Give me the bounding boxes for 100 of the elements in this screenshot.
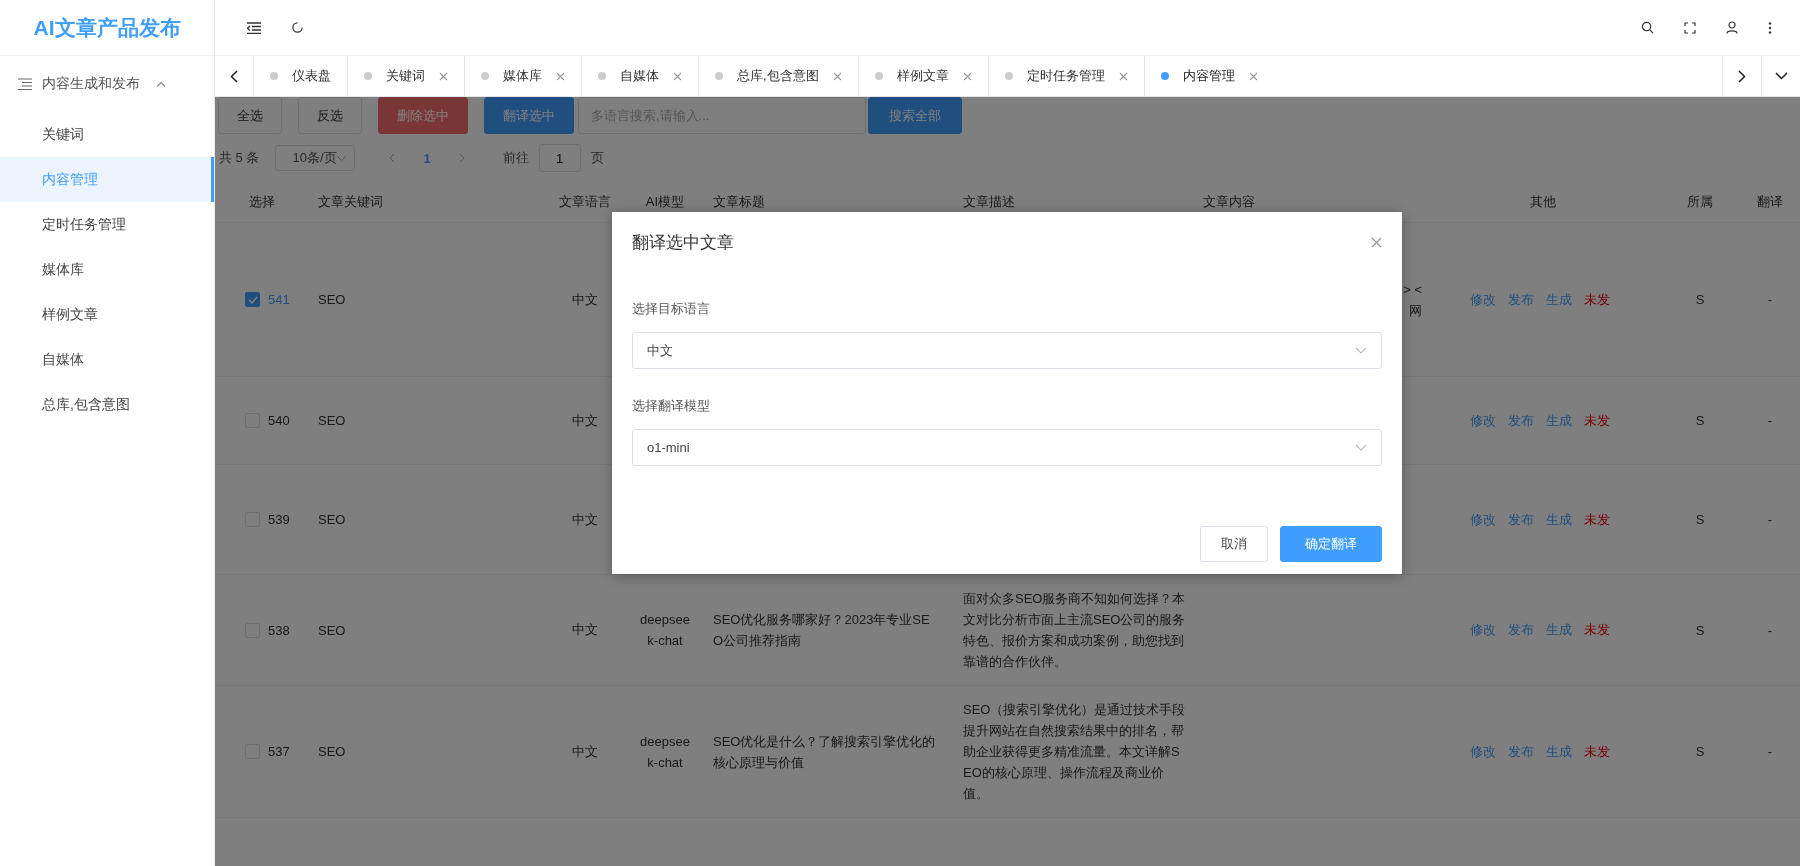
tab[interactable]: 媒体库 xyxy=(464,56,581,96)
select-field[interactable]: 中文 xyxy=(632,332,1382,369)
table-cell-text: SEO（搜索引擎优化）是通过技术手段提升网站在自然搜索结果中的排名，帮助企业获得更多精准流量。本文详解SEO的核心原理、操作流程及商业价值。 xyxy=(963,701,1187,803)
dialog-title: 翻译选中文章 xyxy=(632,231,734,254)
tab[interactable]: 关键词 xyxy=(347,56,464,96)
action-link[interactable]: 生成 xyxy=(1546,510,1572,529)
table-cell: 中文 xyxy=(572,411,598,430)
refresh-icon[interactable] xyxy=(291,21,304,34)
dialog-button[interactable]: 取消 xyxy=(1200,526,1268,562)
row-checkbox[interactable] xyxy=(245,292,260,307)
table-cell: 539 xyxy=(268,512,290,527)
column-header: 所属 xyxy=(1686,193,1714,211)
page-suffix: 页 xyxy=(590,149,604,167)
previous-page-icon[interactable] xyxy=(389,153,396,163)
goto-page-field[interactable]: 1 xyxy=(538,144,581,172)
action-link[interactable]: 发布 xyxy=(1508,621,1534,639)
action-link[interactable]: 修改 xyxy=(1470,742,1496,761)
dot-icon xyxy=(874,72,883,80)
sidebar-item[interactable]: 关键词 xyxy=(0,112,214,157)
column-header: 文章内容 xyxy=(1202,193,1256,211)
toolbar-button[interactable]: 删除选中 xyxy=(378,97,468,134)
status-label: 未发 xyxy=(1584,621,1610,639)
action-link[interactable]: 修改 xyxy=(1470,621,1496,639)
dot-icon xyxy=(598,72,606,80)
sidebar-item[interactable]: 内容管理 xyxy=(0,157,214,202)
table-cell: 541 xyxy=(268,292,290,307)
table-cell: SEO xyxy=(318,744,346,759)
sidebar-item[interactable]: 总库,包含意图 xyxy=(0,382,214,427)
action-link[interactable]: 发布 xyxy=(1508,742,1534,761)
action-link[interactable]: 生成 xyxy=(1546,290,1572,309)
dot-icon xyxy=(270,72,278,80)
close-icon[interactable] xyxy=(1248,71,1258,81)
status-label: 未发 xyxy=(1584,411,1610,430)
tab[interactable]: 样例文章 xyxy=(857,56,988,96)
tab[interactable]: 定时任务管理 xyxy=(987,56,1144,96)
search-icon[interactable] xyxy=(1641,21,1654,34)
toolbar-button[interactable]: 翻译选中 xyxy=(484,97,574,134)
table-cell-text: deepseek-chat xyxy=(639,611,691,650)
menu-icon[interactable] xyxy=(247,21,261,34)
column-header: AI模型 xyxy=(644,193,686,211)
tab[interactable]: 自媒体 xyxy=(581,56,698,96)
dot-icon xyxy=(1004,72,1013,80)
more-icon[interactable] xyxy=(1768,21,1772,34)
user-icon[interactable] xyxy=(1726,21,1738,34)
table-cell-text: deepseek-chat xyxy=(639,732,691,772)
total-count: 共 5 条 xyxy=(219,149,260,167)
action-link[interactable]: 发布 xyxy=(1508,411,1534,430)
table-cell: 537 xyxy=(268,744,290,759)
status-label: 未发 xyxy=(1584,510,1610,529)
page-number[interactable]: 1 xyxy=(423,150,431,166)
table-cell: - xyxy=(1767,744,1773,759)
action-link[interactable]: 发布 xyxy=(1508,290,1534,309)
close-icon[interactable] xyxy=(556,71,565,81)
table-cell: - xyxy=(1767,512,1773,527)
dot-icon xyxy=(715,72,723,80)
search-button[interactable]: 搜索全部 xyxy=(868,97,962,134)
page-size-select[interactable]: 10条/页 xyxy=(275,145,356,171)
action-link[interactable]: 修改 xyxy=(1470,411,1496,430)
field-label: 选择翻译模型 xyxy=(632,397,710,415)
action-link[interactable]: 生成 xyxy=(1546,742,1572,761)
table-cell: - xyxy=(1767,413,1773,428)
dot-icon xyxy=(481,72,489,80)
next-page-icon[interactable] xyxy=(458,153,465,163)
caret-icon xyxy=(156,81,166,87)
close-icon[interactable] xyxy=(1371,236,1382,248)
toolbar-button[interactable]: 全选 xyxy=(218,97,282,134)
table-cell: - xyxy=(1767,292,1773,307)
action-link[interactable]: 修改 xyxy=(1470,290,1496,309)
fullscreen-icon[interactable] xyxy=(1684,21,1696,34)
table-cell: S xyxy=(1695,413,1705,428)
action-link[interactable]: 修改 xyxy=(1470,510,1496,529)
dialog-button[interactable]: 确定翻译 xyxy=(1280,526,1382,562)
chevron-right-icon xyxy=(1738,69,1746,83)
close-icon[interactable] xyxy=(832,71,842,81)
action-link[interactable]: 生成 xyxy=(1546,621,1572,639)
close-icon[interactable] xyxy=(673,71,682,81)
sidebar-item[interactable]: 媒体库 xyxy=(0,247,214,292)
action-link[interactable]: 发布 xyxy=(1508,510,1534,529)
app-title: AI文章产品发布 xyxy=(0,0,214,56)
close-icon[interactable] xyxy=(439,71,448,81)
sidebar-item[interactable]: 样例文章 xyxy=(0,292,214,337)
sidebar-item[interactable]: 定时任务管理 xyxy=(0,202,214,247)
sidebar-item[interactable]: 自媒体 xyxy=(0,337,214,382)
tab[interactable]: 内容管理 xyxy=(1143,56,1274,96)
field-label: 选择目标语言 xyxy=(632,300,710,318)
close-icon[interactable] xyxy=(1118,71,1128,81)
chevron-down-icon xyxy=(1774,72,1788,80)
toolbar-button[interactable]: 反选 xyxy=(298,97,362,134)
goto-label: 前往 xyxy=(502,149,529,167)
table-cell: SEO xyxy=(318,292,346,307)
column-header: 文章描述 xyxy=(962,193,1016,211)
tab[interactable]: 总库,包含意图 xyxy=(698,56,858,96)
select-field[interactable]: o1-mini xyxy=(632,429,1382,466)
dot-icon xyxy=(364,72,372,80)
close-icon[interactable] xyxy=(962,71,972,81)
sidebar-group[interactable]: 内容生成和发布 xyxy=(0,56,214,112)
tab[interactable]: 仪表盘 xyxy=(253,56,347,96)
table-cell-text: 网 xyxy=(1409,301,1422,320)
table-cell-text: 面对众多SEO服务商不知如何选择？本文对比分析市面上主流SEO公司的服务特色、报价方案和成功案例，助您找到靠谱的合作伙伴。 xyxy=(963,590,1187,671)
action-link[interactable]: 生成 xyxy=(1546,411,1572,430)
